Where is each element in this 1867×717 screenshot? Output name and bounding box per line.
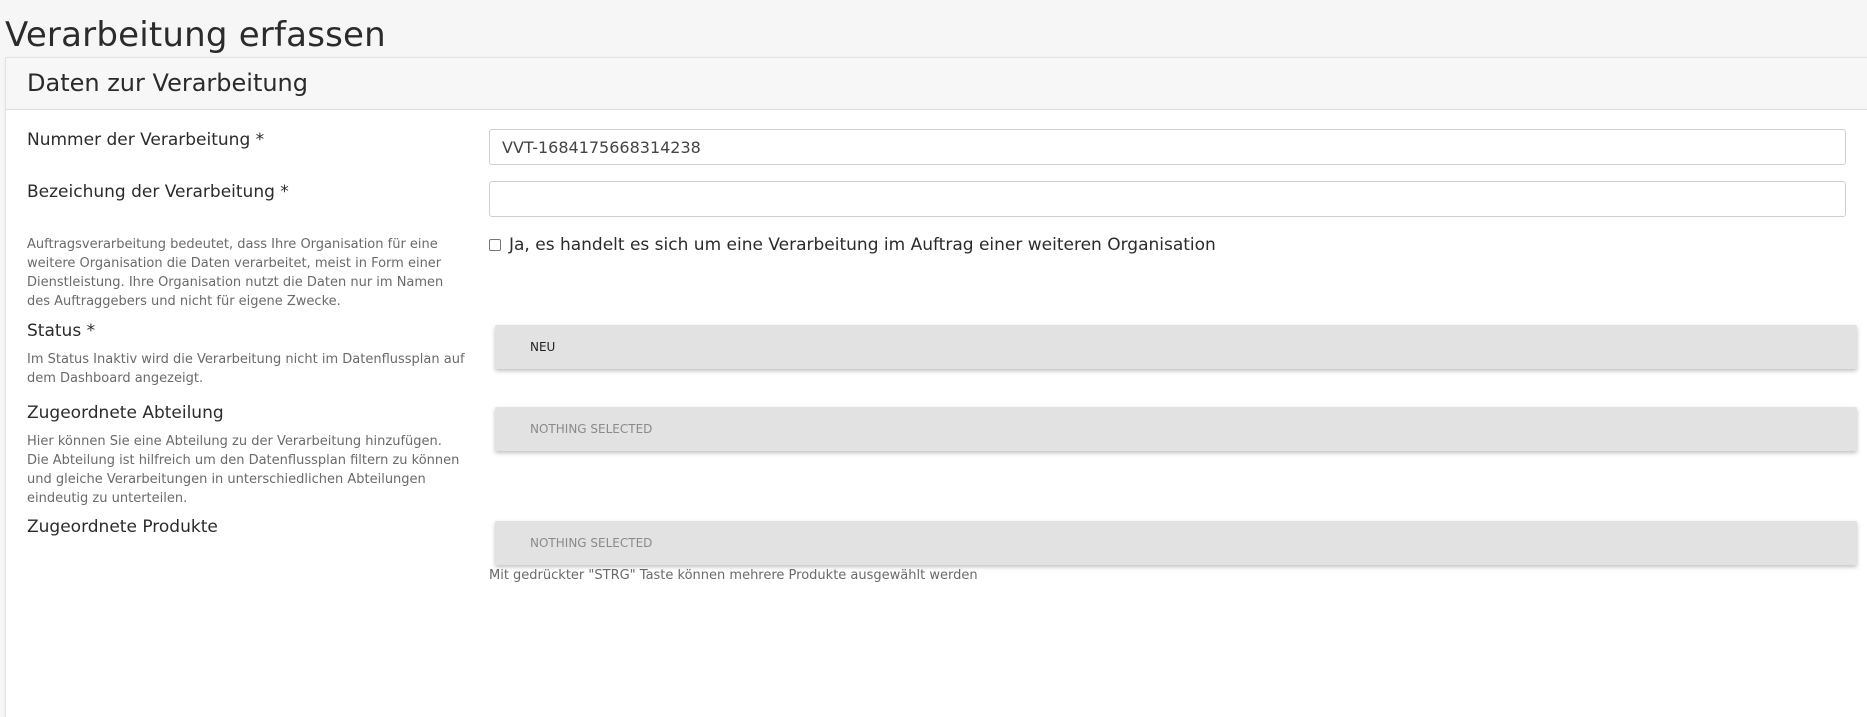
department-selected-value: NOTHING SELECTED xyxy=(530,422,653,436)
designation-input[interactable] xyxy=(489,181,1846,217)
card-header: Daten zur Verarbeitung xyxy=(6,58,1867,110)
products-label: Zugeordnete Produkte xyxy=(27,517,218,537)
number-label: Nummer der Verarbeitung * xyxy=(27,130,265,150)
products-select[interactable]: NOTHING SELECTED xyxy=(495,521,1857,565)
order-processing-help: Auftragsverarbeitung bedeutet, dass Ihre… xyxy=(27,237,444,309)
status-select[interactable]: NEU xyxy=(495,325,1857,369)
processing-data-card: Daten zur Verarbeitung Nummer der Verarb… xyxy=(5,57,1867,717)
order-processing-option[interactable]: Ja, es handelt es sich um eine Verarbeit… xyxy=(489,235,1216,255)
department-label: Zugeordnete Abteilung xyxy=(27,403,224,423)
order-processing-checkbox-label[interactable]: Ja, es handelt es sich um eine Verarbeit… xyxy=(509,235,1216,255)
card-title: Daten zur Verarbeitung xyxy=(27,69,309,97)
order-processing-checkbox[interactable] xyxy=(489,239,501,251)
status-help: Im Status Inaktiv wird die Verarbeitung … xyxy=(27,352,465,386)
products-hint: Mit gedrückter "STRG" Taste können mehre… xyxy=(489,568,978,583)
designation-label: Bezeichung der Verarbeitung * xyxy=(27,182,289,202)
products-selected-value: NOTHING SELECTED xyxy=(530,536,653,550)
department-select[interactable]: NOTHING SELECTED xyxy=(495,407,1857,451)
number-input[interactable] xyxy=(489,129,1846,165)
status-label: Status * xyxy=(27,321,96,341)
page-title: Verarbeitung erfassen xyxy=(5,14,386,55)
department-help: Hier können Sie eine Abteilung zu der Ve… xyxy=(27,434,460,506)
status-selected-value: NEU xyxy=(530,340,556,354)
